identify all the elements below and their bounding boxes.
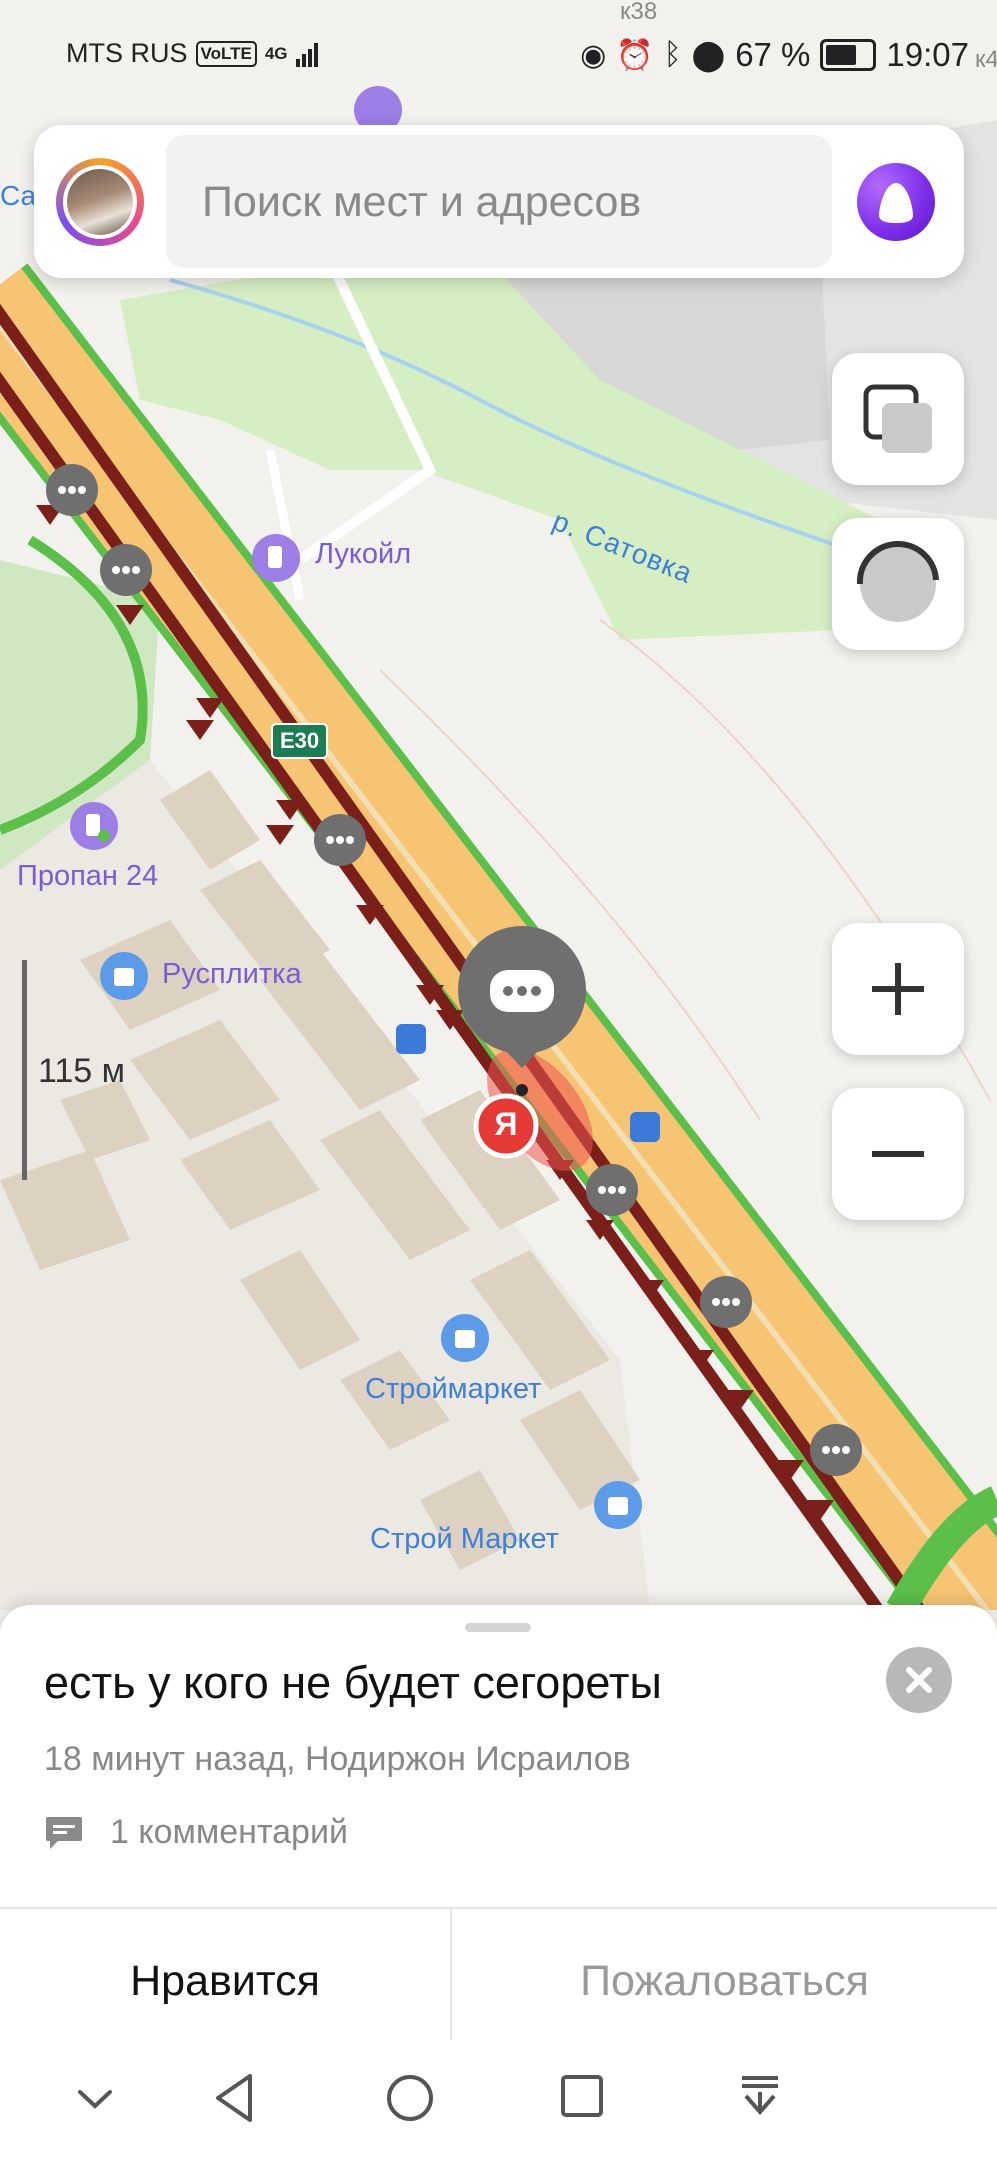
- poi-rusplitka-label[interactable]: Русплитка: [162, 958, 302, 991]
- compass-icon: [856, 541, 939, 622]
- zoom-out-button[interactable]: [832, 1088, 964, 1220]
- comments-count: 1 комментарий: [110, 1813, 348, 1851]
- map-street-label-left: Са: [0, 180, 37, 211]
- yandex-pin-icon[interactable]: Я: [491, 1106, 521, 1143]
- home-circle-icon[interactable]: [384, 2072, 436, 2124]
- bluetooth-icon: ᛒ: [663, 38, 682, 71]
- network-type: 4G: [264, 43, 288, 63]
- poi-lukoil-label[interactable]: Лукойл: [315, 538, 411, 571]
- poi-stroymarket-label[interactable]: Строймаркет: [365, 1373, 541, 1406]
- recent-square-icon[interactable]: [558, 2072, 606, 2120]
- eye-icon: ◉: [580, 38, 607, 72]
- alice-icon: [879, 183, 913, 223]
- close-icon: [906, 1667, 932, 1693]
- event-meta: 18 минут назад, Нодиржон Исраилов: [44, 1740, 631, 1778]
- back-triangle-icon[interactable]: [210, 2070, 260, 2126]
- search-input[interactable]: [200, 135, 824, 270]
- map-mode-button[interactable]: [832, 518, 964, 650]
- road-shield-e30: E30: [271, 723, 329, 759]
- carrier-name: MTS RUS: [66, 38, 188, 68]
- layers-icon: [863, 384, 932, 453]
- like-button[interactable]: Нравится: [0, 1909, 450, 2054]
- minus-icon: [872, 1151, 924, 1157]
- sheet-drag-handle[interactable]: [465, 1623, 531, 1632]
- volte-badge: VoLTE: [195, 40, 257, 67]
- event-title: есть у кого не будет сегореты: [44, 1657, 662, 1708]
- report-button[interactable]: Пожаловаться: [452, 1909, 997, 2054]
- alice-voice-assistant-button[interactable]: [857, 163, 935, 241]
- map-scale-label: 115 м: [38, 1052, 126, 1090]
- zoom-in-button[interactable]: [832, 923, 964, 1055]
- comment-icon: [46, 1816, 82, 1849]
- avatar[interactable]: [56, 158, 144, 246]
- search-bar: [34, 125, 964, 278]
- close-button[interactable]: [886, 1647, 952, 1713]
- alarm-icon: ⏰: [616, 38, 654, 72]
- comments-link[interactable]: 1 комментарий: [44, 1813, 348, 1852]
- clock: 19:07: [886, 36, 969, 73]
- plus-icon: [872, 963, 924, 1015]
- search-field[interactable]: [166, 135, 832, 270]
- poi-stroy-market-label[interactable]: Строй Маркет: [370, 1523, 559, 1556]
- chevron-down-icon[interactable]: [70, 2074, 120, 2124]
- layers-button[interactable]: [832, 353, 964, 485]
- battery-percent: 67 %: [735, 36, 811, 73]
- poi-propan-label[interactable]: Пропан 24: [17, 860, 158, 893]
- signal-icon: [295, 41, 318, 67]
- pull-down-icon[interactable]: [734, 2070, 786, 2122]
- location-icon: ⬤: [691, 38, 726, 72]
- battery-icon: [820, 39, 877, 71]
- status-bar: MTS RUS VoLTE 4G ◉ ⏰ ᛒ ⬤ 67 % 19:07: [0, 0, 997, 110]
- system-navigation-bar: [0, 2040, 997, 2160]
